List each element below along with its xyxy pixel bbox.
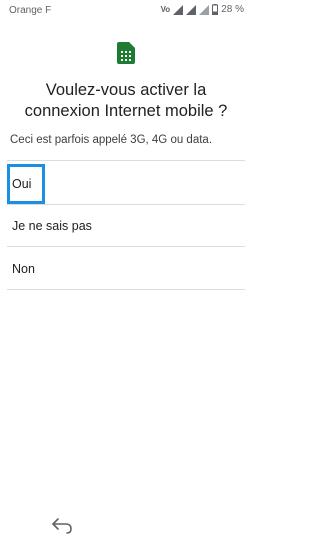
sim-card-icon (117, 42, 135, 64)
wifi-signal-icon (173, 4, 184, 15)
option-yes[interactable]: Oui (7, 164, 245, 204)
cell-signal-2-icon (199, 4, 210, 15)
cell-signal-icon (186, 4, 197, 15)
option-dont-know-label: Je ne sais pas (12, 219, 92, 233)
back-arrow-icon[interactable] (50, 516, 76, 536)
page-title: Voulez-vous activer la connexion Interne… (24, 81, 228, 120)
volte-indicator: Vo (160, 5, 171, 14)
battery-percent: 28 % (221, 4, 244, 15)
battery-icon (212, 4, 219, 15)
divider (7, 289, 245, 290)
status-icons: Vo 28 % (161, 4, 244, 15)
option-no-label: Non (12, 262, 35, 276)
option-dont-know[interactable]: Je ne sais pas (7, 206, 245, 246)
screen: Orange F Vo 28 % Voulez-vous activer la … (0, 0, 252, 546)
focus-indicator (7, 164, 45, 204)
divider (7, 204, 245, 205)
carrier-name: Orange F (9, 5, 52, 16)
divider (7, 246, 245, 247)
page-subtitle: Ceci est parfois appelé 3G, 4G ou data. (10, 134, 213, 146)
option-no[interactable]: Non (7, 249, 245, 289)
status-bar: Orange F Vo 28 % (0, 0, 252, 22)
divider (7, 160, 245, 161)
